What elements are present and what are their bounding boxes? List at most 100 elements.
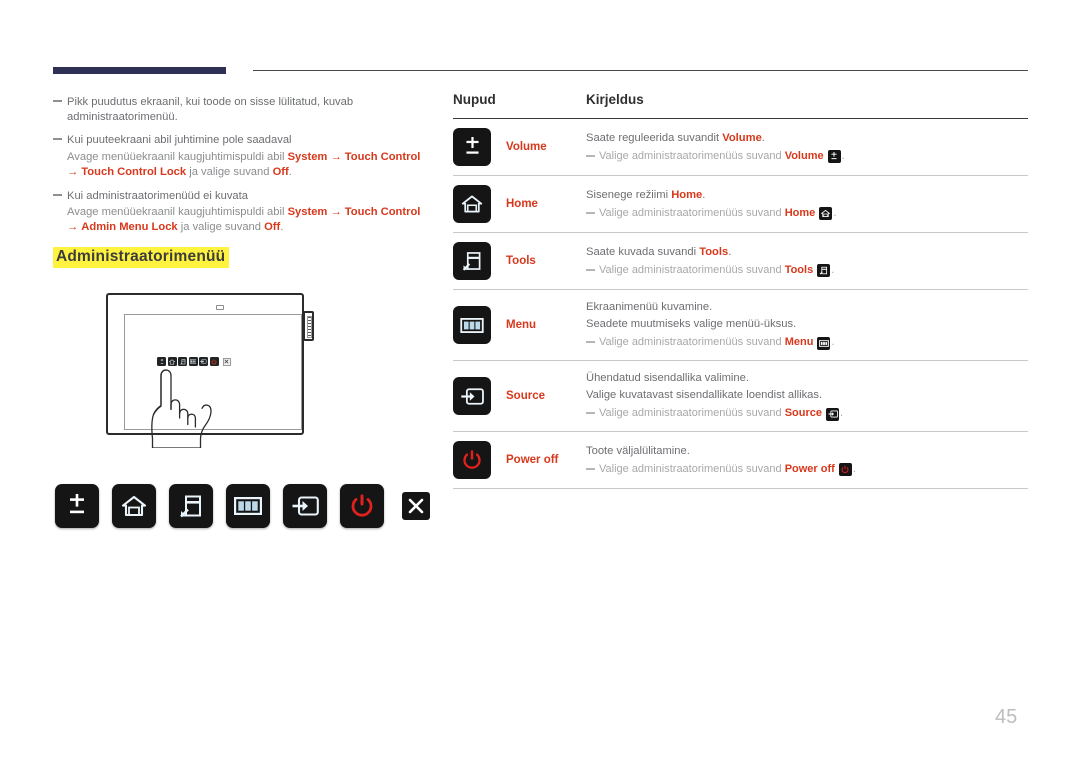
menu-button[interactable] [226, 484, 270, 528]
menu-path-3: Touch Control Lock [81, 165, 187, 178]
home-button[interactable] [453, 185, 491, 223]
description-subnote: Valige administraatorimenüüs suvand Powe… [586, 461, 1028, 478]
table-header-row: Nupud Kirjeldus [453, 92, 1028, 119]
row-description: Ekraanimenüü kuvamine. Seadete muutmisek… [586, 299, 1028, 351]
onscreen-admin-toolbar[interactable] [157, 357, 231, 366]
dash-marker-icon [53, 138, 62, 140]
subnote-highlight: Menu [784, 336, 814, 348]
menu-icon [817, 337, 831, 350]
dash-marker-icon [53, 193, 62, 196]
home-button[interactable] [112, 484, 156, 528]
note-title: Pikk puudutus ekraanil, kui toode on sis… [67, 96, 354, 123]
description-highlight: Home [671, 188, 703, 201]
note-body-mid: ja valige suvand [177, 221, 265, 233]
note-item: Kui puuteekraani abil juhtimine pole saa… [53, 133, 433, 180]
power-icon [463, 450, 481, 469]
description-text: Saate reguleerida suvandit [586, 131, 723, 144]
description-period: . [728, 245, 732, 258]
row-icon-cell [453, 128, 506, 166]
volume-icon [827, 149, 841, 163]
table-row: Menu Ekraanimenüü kuvamine. Seadete muut… [453, 290, 1028, 361]
row-description: Saate reguleerida suvandit Volume. Valig… [586, 130, 1028, 165]
note-body-suffix: . [280, 221, 284, 233]
mini-home-icon[interactable] [167, 357, 177, 366]
camera-sensor-icon [216, 305, 224, 310]
tools-icon [817, 263, 831, 277]
subnote-period: . [831, 263, 835, 276]
button-description-table: Nupud Kirjeldus Volume Saate reguleerida… [453, 92, 1028, 489]
home-icon [819, 206, 833, 220]
subnote-prefix: Valige administraatorimenüüs suvand [599, 336, 785, 348]
subnote-prefix: Valige administraatorimenüüs suvand [599, 407, 785, 419]
table-row: Tools Saate kuvada suvandi Tools. Valige… [453, 233, 1028, 290]
admin-menu-button-row[interactable] [55, 484, 430, 528]
mini-source-icon[interactable] [199, 357, 208, 366]
source-button[interactable] [453, 377, 491, 415]
source-icon [461, 387, 484, 405]
arrow-2: → [67, 221, 79, 233]
note-body-suffix: . [288, 165, 292, 178]
description-line: Ühendatud sisendallika valimine. [586, 372, 749, 384]
note-body: Avage menüüekraanil kaugjuhtimispuldi ab… [67, 150, 433, 180]
subnote-highlight: Power off [784, 462, 835, 475]
row-icon-cell [453, 185, 506, 223]
power-off-button[interactable] [340, 484, 384, 528]
subnote-period: . [833, 206, 837, 219]
source-button[interactable] [283, 484, 327, 528]
mini-close-icon[interactable] [222, 357, 231, 366]
menu-path-4: Off [272, 165, 289, 178]
menu-path-1: System [287, 206, 328, 218]
menu-button[interactable] [453, 306, 491, 344]
menu-path-2: Touch Control [344, 206, 421, 218]
row-icon-cell [453, 306, 506, 344]
row-description: Toote väljalülitamine. Valige administra… [586, 443, 1028, 478]
page-number: 45 [995, 706, 1018, 728]
column-header-buttons: Nupud [453, 92, 496, 107]
home-icon [461, 195, 483, 213]
row-name: Home [506, 198, 538, 210]
dash-marker-icon [53, 100, 62, 102]
tools-button[interactable] [453, 242, 491, 280]
dash-marker-icon [586, 412, 595, 414]
menu-path-4: Off [264, 221, 281, 233]
device-illustration [100, 288, 330, 448]
note-item: Pikk puudutus ekraanil, kui toode on sis… [53, 95, 433, 124]
home-icon [121, 495, 147, 517]
power-off-button[interactable] [453, 441, 491, 479]
row-name: Menu [506, 319, 537, 331]
row-icon-cell [453, 377, 506, 415]
power-icon [838, 462, 852, 476]
description-highlight: Volume [722, 131, 762, 144]
hand-pointing-icon [151, 369, 212, 448]
table-row: Home Sisenege režiimi Home. Valige admin… [453, 176, 1028, 233]
row-icon-cell [453, 441, 506, 479]
description-period: . [761, 131, 765, 144]
header-rule-thin [253, 70, 1028, 71]
notes-column: Pikk puudutus ekraanil, kui toode on sis… [53, 95, 433, 244]
menu-path-3: Admin Menu Lock [81, 221, 178, 233]
dash-marker-icon [586, 154, 595, 157]
arrow-1: → [330, 206, 342, 218]
description-line: Ekraanimenüü kuvamine. [586, 301, 713, 313]
mini-menu-icon[interactable] [188, 357, 198, 366]
mini-volume-icon[interactable] [157, 357, 166, 366]
close-button[interactable] [402, 492, 430, 520]
source-icon [826, 407, 840, 421]
description-text: Saate kuvada suvandi [586, 245, 700, 258]
volume-button[interactable] [55, 484, 99, 528]
source-icon [292, 496, 319, 516]
volume-button[interactable] [453, 128, 491, 166]
note-title: Kui administraatorimenüüd ei kuvata [67, 189, 248, 202]
subnote-highlight: Source [784, 407, 822, 419]
menu-path-1: System [287, 150, 328, 163]
description-text: Sisenege režiimi [586, 188, 672, 201]
tools-button[interactable] [169, 484, 213, 528]
description-highlight: Tools [699, 245, 729, 258]
close-icon [408, 498, 424, 514]
mini-power-icon[interactable] [209, 357, 219, 366]
subnote-highlight: Volume [784, 149, 824, 162]
subnote-period: . [840, 407, 844, 419]
mini-tools-icon[interactable] [178, 357, 187, 366]
description-line: Seadete muutmiseks valige menüü-üksus. [586, 318, 797, 330]
tools-icon [462, 252, 481, 271]
